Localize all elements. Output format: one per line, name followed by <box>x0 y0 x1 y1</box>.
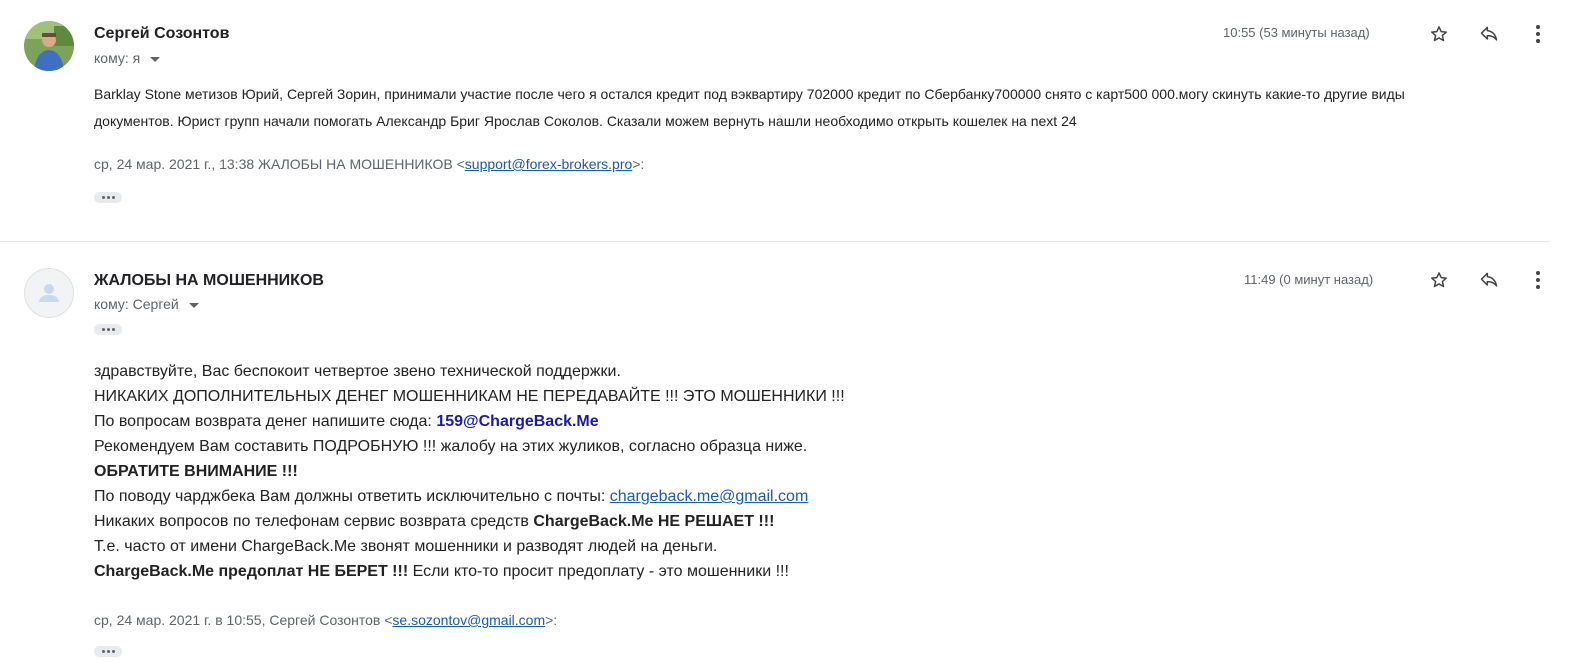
more-vert-icon[interactable] <box>1526 22 1550 46</box>
reply-icon[interactable] <box>1477 22 1501 46</box>
quote-prefix: ср, 24 мар. 2021 г., 13:38 ЖАЛОБЫ НА МОШ… <box>94 156 465 172</box>
chevron-down-icon[interactable] <box>188 302 199 308</box>
body-line-6: По поводу чарджбека Вам должны ответить … <box>94 484 1394 509</box>
body-line-7-text: Никаких вопросов по телефонам сервис воз… <box>94 513 534 530</box>
star-icon[interactable] <box>1427 22 1451 46</box>
sender-avatar-photo[interactable] <box>24 21 74 71</box>
body-line-9-text: Если кто-то просит предоплату - это моше… <box>408 563 789 580</box>
reply-icon[interactable] <box>1477 268 1501 292</box>
message-time: 11:49 (0 минут назад) <box>1244 272 1374 287</box>
body-line-3-text: По вопросам возврата денег напишите сюда… <box>94 413 437 430</box>
support-email[interactable]: 159@ChargeBack.Me <box>436 413 598 430</box>
sender-name: Сергей Созонтов <box>94 25 230 42</box>
quote-email-link[interactable]: support@forex-brokers.pro <box>465 156 633 172</box>
recipient-line[interactable]: кому: Сергей <box>94 296 199 312</box>
recipient-label: кому: Сергей <box>94 296 179 312</box>
ellipsis-icon[interactable] <box>94 192 122 203</box>
body-line-9-bold: ChargeBack.Me предоплат НЕ БЕРЕТ !!! <box>94 563 409 580</box>
quote-suffix: >: <box>632 156 645 172</box>
quote-header: ср, 24 мар. 2021 г., 13:38 ЖАЛОБЫ НА МОШ… <box>94 156 644 172</box>
body-line-8: Т.е. часто от имени ChargeBack.Me звонят… <box>94 538 718 555</box>
more-vert-icon[interactable] <box>1526 268 1550 292</box>
body-line-9: ChargeBack.Me предоплат НЕ БЕРЕТ !!! Есл… <box>94 559 1394 584</box>
person-icon <box>39 284 59 302</box>
body-line-6-text: По поводу чарджбека Вам должны ответить … <box>94 488 610 505</box>
ellipsis-icon[interactable] <box>94 324 122 335</box>
quote-suffix: >: <box>545 612 558 628</box>
recipient-line[interactable]: кому: я <box>94 50 161 66</box>
chevron-down-icon[interactable] <box>150 56 161 62</box>
body-line-7-bold: ChargeBack.Me НЕ РЕШАЕТ !!! <box>533 513 775 530</box>
message-body: здравствуйте, Вас беспокоит четвертое зв… <box>94 359 1394 584</box>
chargeback-email-link[interactable]: chargeback.me@gmail.com <box>610 488 809 505</box>
message-body: Barklay Stone метизов Юрий, Сергей Зорин… <box>94 86 1405 129</box>
message-time: 10:55 (53 минуты назад) <box>1223 25 1370 40</box>
body-line-7: Никаких вопросов по телефонам сервис воз… <box>94 509 1394 534</box>
body-line-2: НИКАКИХ ДОПОЛНИТЕЛЬНЫХ ДЕНЕГ МОШЕННИКАМ … <box>94 388 845 405</box>
quote-prefix: ср, 24 мар. 2021 г. в 10:55, Сергей Созо… <box>94 612 393 628</box>
body-line-5: ОБРАТИТЕ ВНИМАНИЕ !!! <box>94 463 298 480</box>
quote-email-link[interactable]: se.sozontov@gmail.com <box>392 612 545 628</box>
message-1: Сергей Созонтов кому: я 10:55 (53 минуты… <box>0 0 1582 240</box>
sender-avatar-default[interactable] <box>24 268 74 318</box>
sender-name: ЖАЛОБЫ НА МОШЕННИКОВ <box>94 272 324 289</box>
body-line-4: Рекомендуем Вам составить ПОДРОБНУЮ !!! … <box>94 438 808 455</box>
ellipsis-icon[interactable] <box>94 646 122 657</box>
star-icon[interactable] <box>1427 268 1451 292</box>
body-line-3: По вопросам возврата денег напишите сюда… <box>94 409 1394 434</box>
message-2: ЖАЛОБЫ НА МОШЕННИКОВ кому: Сергей 11:49 … <box>0 242 1582 662</box>
body-line-1: здравствуйте, Вас беспокоит четвертое зв… <box>94 363 621 380</box>
recipient-label: кому: я <box>94 50 141 66</box>
quote-header: ср, 24 мар. 2021 г. в 10:55, Сергей Созо… <box>94 612 557 628</box>
